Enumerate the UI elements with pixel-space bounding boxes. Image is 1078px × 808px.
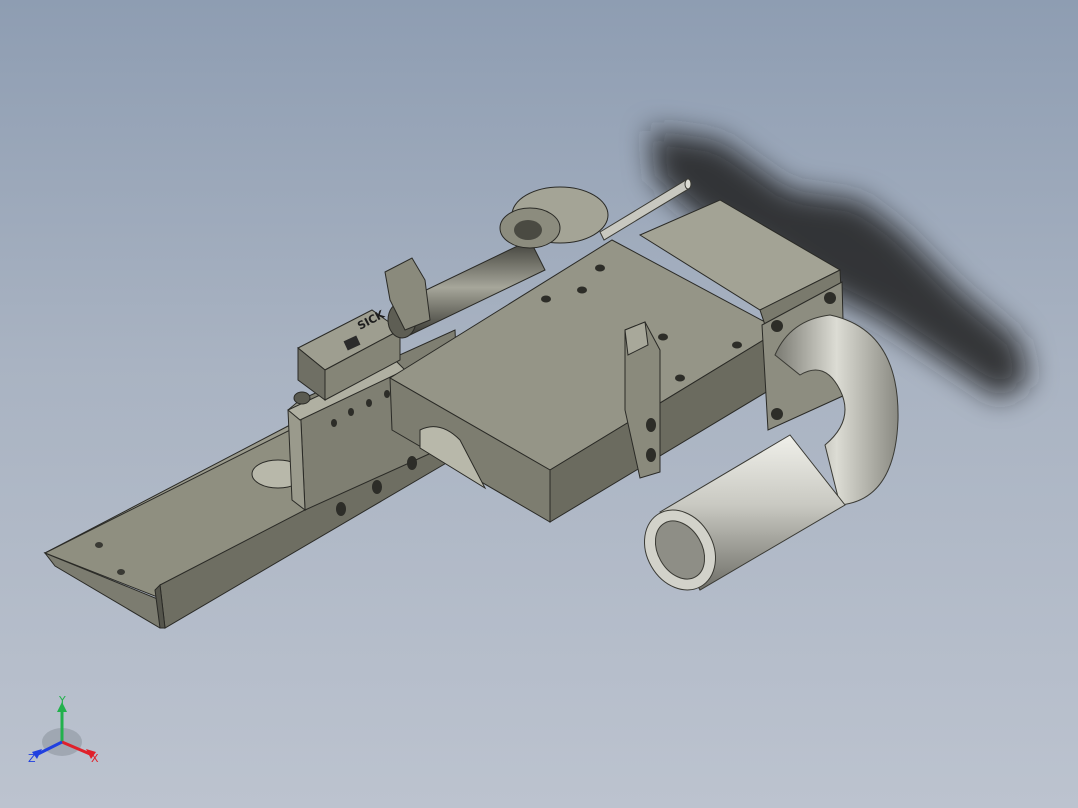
- axis-triad: Y X Z: [28, 694, 99, 765]
- z-axis-label: Z: [28, 752, 36, 765]
- x-axis-label: X: [91, 752, 99, 765]
- round-clamp[interactable]: [499, 186, 609, 249]
- y-axis-label: Y: [58, 694, 66, 707]
- cad-viewport[interactable]: SICK Y X Z: [0, 0, 1078, 808]
- 3d-model-view[interactable]: SICK: [0, 0, 1078, 808]
